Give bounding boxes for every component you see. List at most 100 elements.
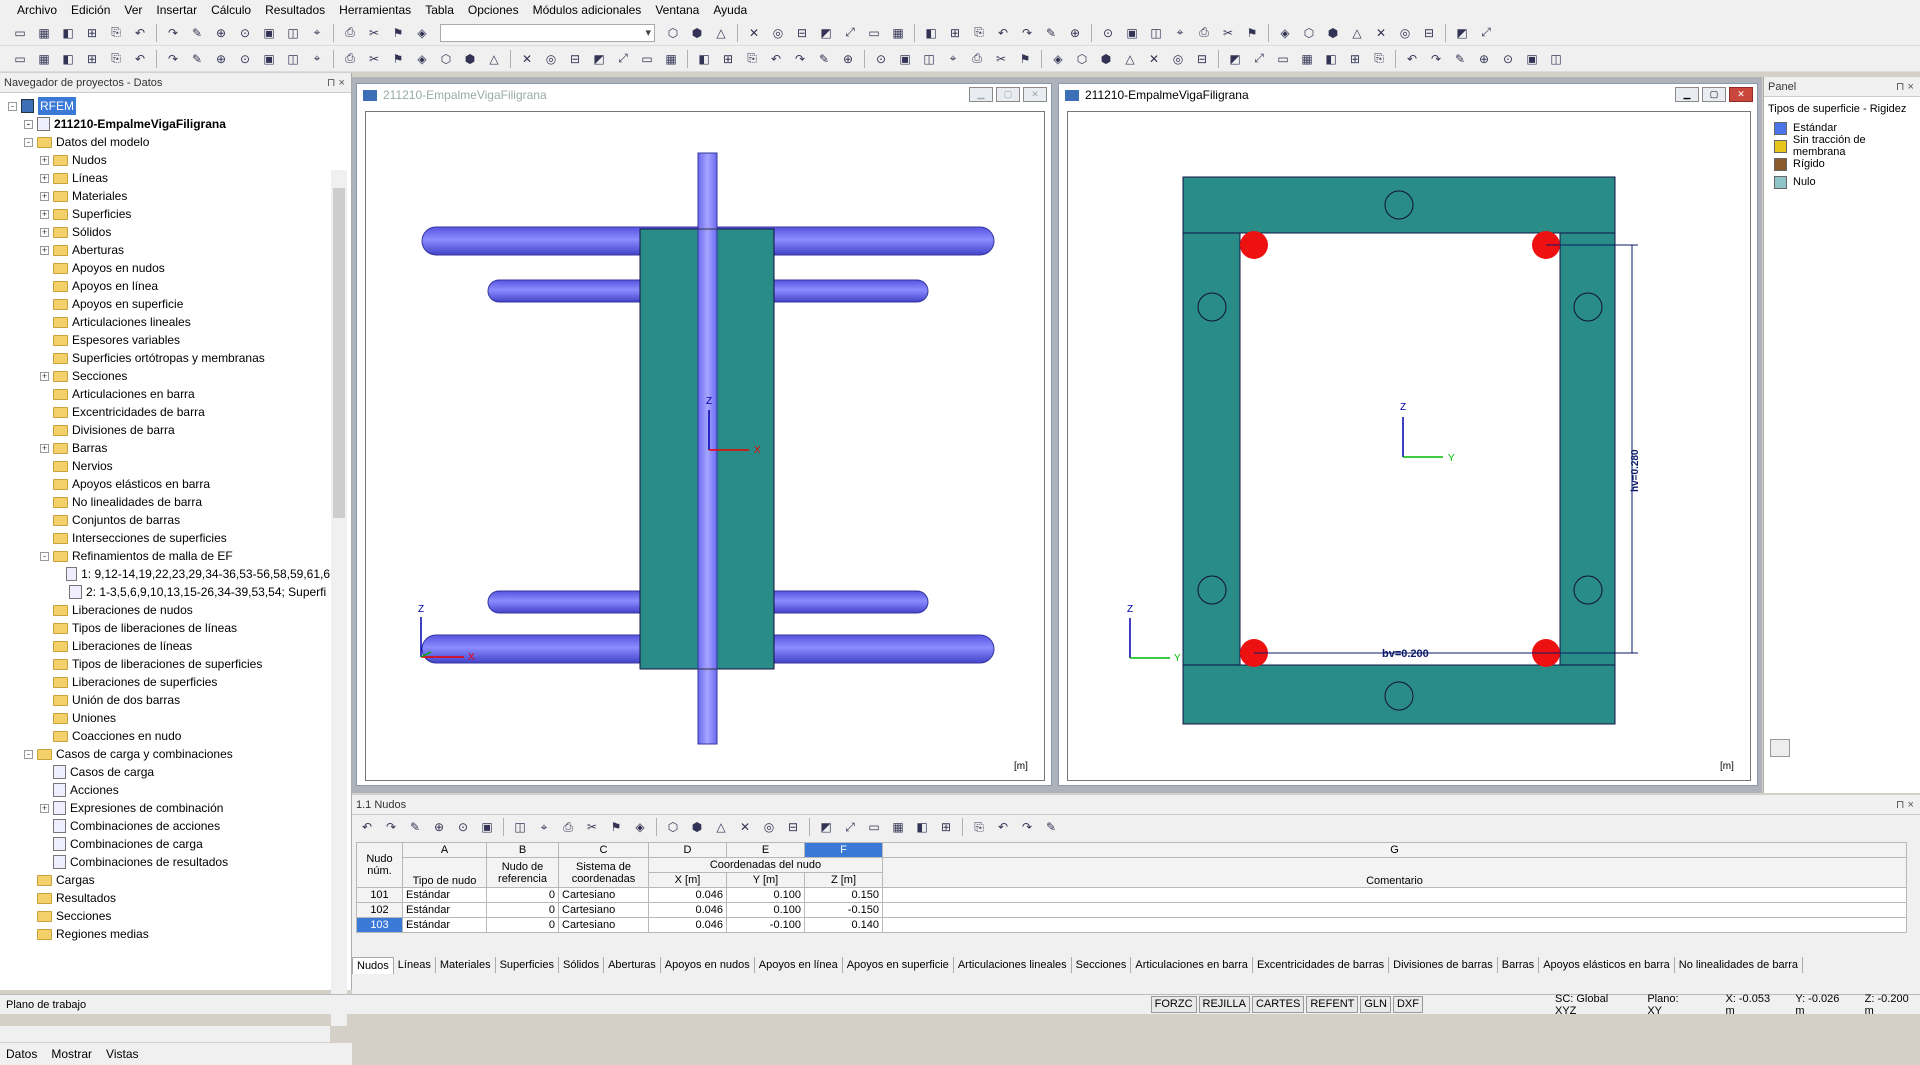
cell-x[interactable]: 0.046 [648,887,727,903]
tree-item[interactable]: + Nudos [0,151,330,169]
table-tool-icon[interactable]: ▦ [887,817,909,837]
toolbar-tool-icon[interactable]: ⬢ [459,49,481,69]
table-tool-icon[interactable]: ▭ [863,817,885,837]
toolbar-tool-icon[interactable]: ⎘ [105,49,127,69]
panel-options-icon[interactable] [1770,739,1790,757]
view-window-right[interactable]: 211210-EmpalmeVigaFiligrana ▁ ▢ ✕ bv=0.2… [1058,83,1758,786]
tree-item[interactable]: Acciones [0,781,330,799]
cell-x[interactable]: 0.046 [648,902,727,918]
toolbar-tool-icon[interactable]: ✂ [363,23,385,43]
col-letter-selected[interactable]: F [804,842,883,858]
toolbar-tool-icon[interactable]: ✎ [1040,23,1062,43]
table-tool-icon[interactable]: ◎ [758,817,780,837]
tree-item[interactable]: Combinaciones de resultados [0,853,330,871]
expand-icon[interactable]: + [40,803,49,813]
navigator-hscrollbar[interactable] [0,1026,330,1042]
menu-item[interactable]: Ayuda [706,0,754,20]
cell-tipo[interactable]: Estándar [402,917,487,933]
tree-item[interactable]: Apoyos en nudos [0,259,330,277]
toolbar-tool-icon[interactable]: ▦ [33,23,55,43]
toolbar-tool-icon[interactable]: ⎙ [339,49,361,69]
toolbar-tool-icon[interactable]: ⊙ [1097,23,1119,43]
table-tool-icon[interactable]: ✎ [1040,817,1062,837]
toolbar-tool-icon[interactable]: ↶ [765,49,787,69]
toolbar-tool-icon[interactable]: △ [483,49,505,69]
toolbar-tool-icon[interactable]: ⬡ [435,49,457,69]
table-tool-icon[interactable]: ⌖ [533,817,555,837]
tree-item[interactable]: + Secciones [0,367,330,385]
table-tool-icon[interactable]: ◈ [629,817,651,837]
toolbar-tool-icon[interactable]: ⊙ [234,49,256,69]
tree-item[interactable]: Liberaciones de superficies [0,673,330,691]
node-point[interactable] [1240,231,1268,259]
tree-item[interactable]: 2: 1-3,5,6,9,10,13,15-26,34-39,53,54; Su… [0,583,330,601]
cell-tipo[interactable]: Estándar [402,887,487,903]
table-tool-icon[interactable]: ◩ [815,817,837,837]
menu-item[interactable]: Archivo [10,0,64,20]
toolbar-tool-icon[interactable]: ⊟ [1191,49,1213,69]
toolbar-tool-icon[interactable]: △ [710,23,732,43]
toolbar-tool-icon[interactable]: ◈ [1047,49,1069,69]
cell-no[interactable]: 103 [356,917,403,933]
status-toggle[interactable]: CARTES [1251,996,1305,1013]
tree-item[interactable]: Apoyos en superficie [0,295,330,313]
tree-item[interactable]: Apoyos elásticos en barra [0,475,330,493]
toolbar-tool-icon[interactable]: ◩ [1451,23,1473,43]
tree-item[interactable]: + Expresiones de combinación [0,799,330,817]
collapse-icon[interactable]: - [24,137,33,147]
tree-item[interactable]: Combinaciones de carga [0,835,330,853]
tree-item[interactable]: + Barras [0,439,330,457]
toolbar-tool-icon[interactable]: ▭ [9,23,31,43]
collapse-icon[interactable]: - [24,749,33,759]
toolbar-tool-icon[interactable]: ⊙ [870,49,892,69]
table-tool-icon[interactable]: ⤢ [839,817,861,837]
cell-no[interactable]: 101 [356,887,403,903]
toolbar-tool-icon[interactable]: ⌖ [942,49,964,69]
toolbar-tool-icon[interactable]: ⤢ [612,49,634,69]
toolbar-tool-icon[interactable]: ⚑ [1241,23,1263,43]
tree-item[interactable]: Tipos de liberaciones de líneas [0,619,330,637]
toolbar-tool-icon[interactable]: ◩ [588,49,610,69]
toolbar-tool-icon[interactable]: ⊞ [81,23,103,43]
expand-icon[interactable]: + [40,173,49,183]
tree-item[interactable]: Unión de dos barras [0,691,330,709]
toolbar-tool-icon[interactable]: ◫ [282,49,304,69]
toolbar-tool-icon[interactable]: ⊞ [717,49,739,69]
toolbar-tool-icon[interactable]: ⊞ [1344,49,1366,69]
tree-item[interactable]: Articulaciones lineales [0,313,330,331]
toolbar-tool-icon[interactable]: ⊟ [1418,23,1440,43]
toolbar-tool-icon[interactable]: ◧ [57,49,79,69]
toolbar-tool-icon[interactable]: ⎙ [966,49,988,69]
toolbar-tool-icon[interactable]: ▭ [863,23,885,43]
cell-y[interactable]: 0.100 [726,902,805,918]
toolbar-tool-icon[interactable]: ✂ [1217,23,1239,43]
tree-item[interactable]: - Datos del modelo [0,133,330,151]
toolbar-tool-icon[interactable]: ⬡ [1298,23,1320,43]
toolbar-tool-icon[interactable]: ↷ [162,23,184,43]
tree-item[interactable]: 1: 9,12-14,19,22,23,29,34-36,53-56,58,59… [0,565,330,583]
menu-item[interactable]: Insertar [149,0,204,20]
toolbar-tool-icon[interactable]: ✕ [743,23,765,43]
toolbar-tool-icon[interactable]: ⬢ [1095,49,1117,69]
table-tool-icon[interactable]: ↶ [992,817,1014,837]
tree-item[interactable]: + Aberturas [0,241,330,259]
tree-project[interactable]: - 211210-EmpalmeVigaFiligrana [0,115,330,133]
toolbar-tool-icon[interactable]: ◈ [411,23,433,43]
toolbar-tool-icon[interactable]: ▭ [1272,49,1294,69]
table-tab[interactable]: Secciones [1072,957,1132,973]
view-canvas-right[interactable]: bv=0.200 hv=0.280 Z Y Z Y [m] [1067,111,1751,781]
tree-item[interactable]: Divisiones de barra [0,421,330,439]
toolbar-tool-icon[interactable]: ⎙ [339,23,361,43]
table-row[interactable]: 103 Estándar 0 Cartesiano 0.046 -0.100 0.140 [356,917,1907,933]
toolbar-tool-icon[interactable]: ◧ [693,49,715,69]
toolbar-tool-icon[interactable]: ⤢ [1475,23,1497,43]
status-toggle[interactable]: REFENT [1306,996,1359,1013]
toolbar-tool-icon[interactable]: ⬢ [686,23,708,43]
table-tab[interactable]: Articulaciones en barra [1131,957,1253,973]
tree-item[interactable]: Coacciones en nudo [0,727,330,745]
menu-item[interactable]: Cálculo [204,0,258,20]
toolbar-tool-icon[interactable]: ⬡ [662,23,684,43]
toolbar-tool-icon[interactable]: ⊞ [81,49,103,69]
toolbar-tool-icon[interactable]: ↶ [129,23,151,43]
toolbar-tool-icon[interactable]: ⊟ [791,23,813,43]
